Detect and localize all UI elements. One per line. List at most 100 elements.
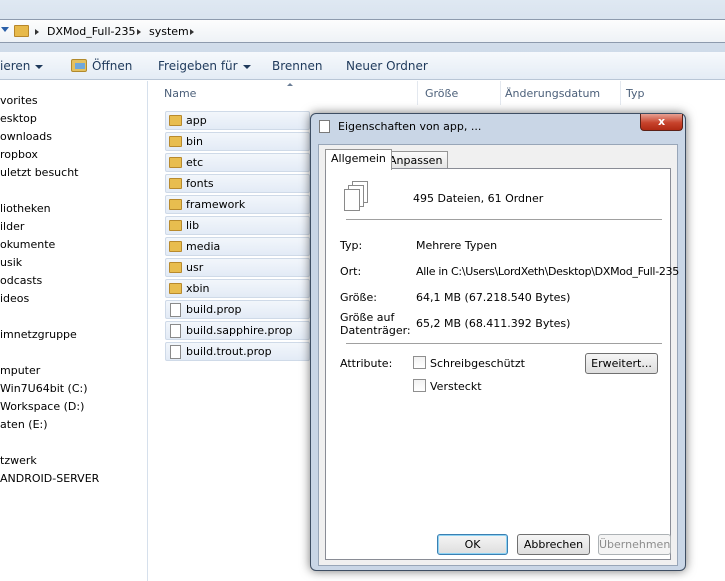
list-item-file[interactable]: build.trout.prop [165, 342, 310, 361]
ok-button[interactable]: OK [437, 534, 508, 555]
nav-item-drive-d[interactable]: Workspace (D:) [0, 400, 84, 413]
tab-customize[interactable]: Anpassen [383, 151, 449, 169]
command-bar: ieren Öffnen Freigeben für Brennen Neuer… [0, 52, 725, 80]
nav-item-downloads[interactable]: ownloads [0, 130, 52, 143]
folder-icon [14, 25, 29, 37]
open-button[interactable]: Öffnen [92, 59, 132, 73]
nav-item-podcasts[interactable]: odcasts [0, 274, 42, 287]
sort-ascending-icon [287, 83, 293, 86]
type-value: Mehrere Typen [416, 239, 498, 252]
nav-item-videos[interactable]: ideos [0, 292, 29, 305]
apply-button[interactable]: Übernehmen [598, 534, 671, 555]
column-header-type[interactable]: Typ [626, 87, 645, 100]
column-divider[interactable] [417, 81, 418, 105]
list-item-folder[interactable]: framework [165, 195, 310, 214]
list-item-folder[interactable]: media [165, 237, 310, 256]
item-name: media [186, 240, 221, 253]
close-button[interactable]: x [640, 114, 683, 131]
column-divider[interactable] [500, 81, 501, 105]
nav-item-network[interactable]: tzwerk [0, 454, 37, 467]
list-item-folder[interactable]: etc [165, 153, 310, 172]
size-label: Größe: [340, 291, 377, 304]
document-icon [170, 303, 181, 317]
location-value: Alle in C:\Users\LordXeth\Desktop\DXMod_… [416, 265, 679, 278]
list-item-folder[interactable]: usr [165, 258, 310, 277]
hidden-label[interactable]: Versteckt [430, 380, 482, 393]
type-label: Typ: [340, 239, 363, 252]
open-folder-icon [71, 59, 87, 72]
nav-item-android-server[interactable]: ANDROID-SERVER [0, 472, 99, 485]
nav-item-drive-e[interactable]: aten (E:) [0, 418, 48, 431]
new-folder-button[interactable]: Neuer Ordner [346, 59, 428, 73]
nav-item-favorites[interactable]: vorites [0, 94, 38, 107]
share-label: Freigeben für [158, 59, 238, 73]
general-panel: 495 Dateien, 61 Ordner Typ: Mehrere Type… [325, 168, 679, 560]
chevron-right-icon[interactable] [190, 29, 194, 35]
folder-icon [169, 283, 182, 294]
nav-item-libraries[interactable]: liotheken [0, 202, 51, 215]
nav-item-music[interactable]: usik [0, 256, 22, 269]
address-area: DXMod_Full-235 system [0, 0, 725, 52]
item-name: usr [186, 261, 204, 274]
nav-item-computer[interactable]: mputer [0, 364, 40, 377]
column-header-date[interactable]: Änderungsdatum [505, 87, 600, 100]
nav-item-dropbox[interactable]: ropbox [0, 148, 38, 161]
list-item-file[interactable]: build.sapphire.prop [165, 321, 310, 340]
chevron-right-icon[interactable] [137, 29, 141, 35]
readonly-label[interactable]: Schreibgeschützt [430, 357, 525, 370]
burn-button[interactable]: Brennen [272, 59, 322, 73]
item-name: build.trout.prop [186, 345, 272, 358]
nav-item-homegroup[interactable]: imnetzgruppe [0, 328, 77, 341]
nav-item-desktop[interactable]: esktop [0, 112, 37, 125]
hidden-checkbox[interactable] [413, 379, 426, 392]
breadcrumb-system[interactable]: system [149, 25, 189, 38]
nav-item-drive-c[interactable]: Win7U64bit (C:) [0, 382, 88, 395]
tab-general[interactable]: Allgemein [325, 149, 392, 170]
item-name: xbin [186, 282, 210, 295]
organize-label: ieren [0, 59, 31, 73]
readonly-checkbox[interactable] [413, 356, 426, 369]
list-item-folder[interactable]: app [165, 111, 310, 130]
organize-button[interactable]: ieren [0, 59, 44, 73]
item-name: fonts [186, 177, 214, 190]
list-item-folder[interactable]: lib [165, 216, 310, 235]
advanced-button[interactable]: Erweitert... [585, 353, 658, 374]
column-header-size[interactable]: Größe [425, 87, 458, 100]
breadcrumb-dxmod[interactable]: DXMod_Full-235 [47, 25, 135, 38]
summary-text: 495 Dateien, 61 Ordner [413, 192, 544, 205]
caret-down-icon [242, 64, 251, 69]
item-name: build.prop [186, 303, 242, 316]
size-on-disk-label-2: Datenträger: [340, 324, 411, 337]
folder-icon [169, 220, 182, 231]
share-button[interactable]: Freigeben für [158, 59, 251, 73]
dialog-title: Eigenschaften von app, ... [338, 120, 482, 133]
nav-item-recent[interactable]: uletzt besucht [0, 166, 78, 179]
column-divider[interactable] [620, 81, 621, 105]
folder-icon [169, 262, 182, 273]
recent-locations-icon[interactable] [1, 27, 9, 32]
chevron-right-icon[interactable] [35, 29, 39, 35]
item-name: bin [186, 135, 204, 148]
location-label: Ort: [340, 265, 362, 278]
list-item-file[interactable]: build.prop [165, 300, 310, 319]
document-icon [170, 345, 181, 359]
address-bar[interactable]: DXMod_Full-235 system [0, 19, 725, 43]
cancel-button[interactable]: Abbrechen [517, 534, 590, 555]
nav-item-documents[interactable]: okumente [0, 238, 55, 251]
folder-icon [169, 241, 182, 252]
nav-item-pictures[interactable]: ilder [0, 220, 24, 233]
item-name: etc [186, 156, 204, 169]
navigation-pane: vorites esktop ownloads ropbox uletzt be… [0, 81, 148, 581]
column-header-name[interactable]: Name [164, 87, 196, 100]
size-on-disk-value: 65,2 MB (68.411.392 Bytes) [416, 317, 571, 330]
list-item-folder[interactable]: fonts [165, 174, 310, 193]
size-value: 64,1 MB (67.218.540 Bytes) [416, 291, 571, 304]
size-on-disk-label: Größe auf [340, 311, 395, 324]
divider [346, 343, 662, 344]
document-icon [170, 324, 181, 338]
folder-icon [169, 157, 182, 168]
list-item-folder[interactable]: bin [165, 132, 310, 151]
folder-icon [169, 199, 182, 210]
folder-icon [169, 178, 182, 189]
list-item-folder[interactable]: xbin [165, 279, 310, 298]
